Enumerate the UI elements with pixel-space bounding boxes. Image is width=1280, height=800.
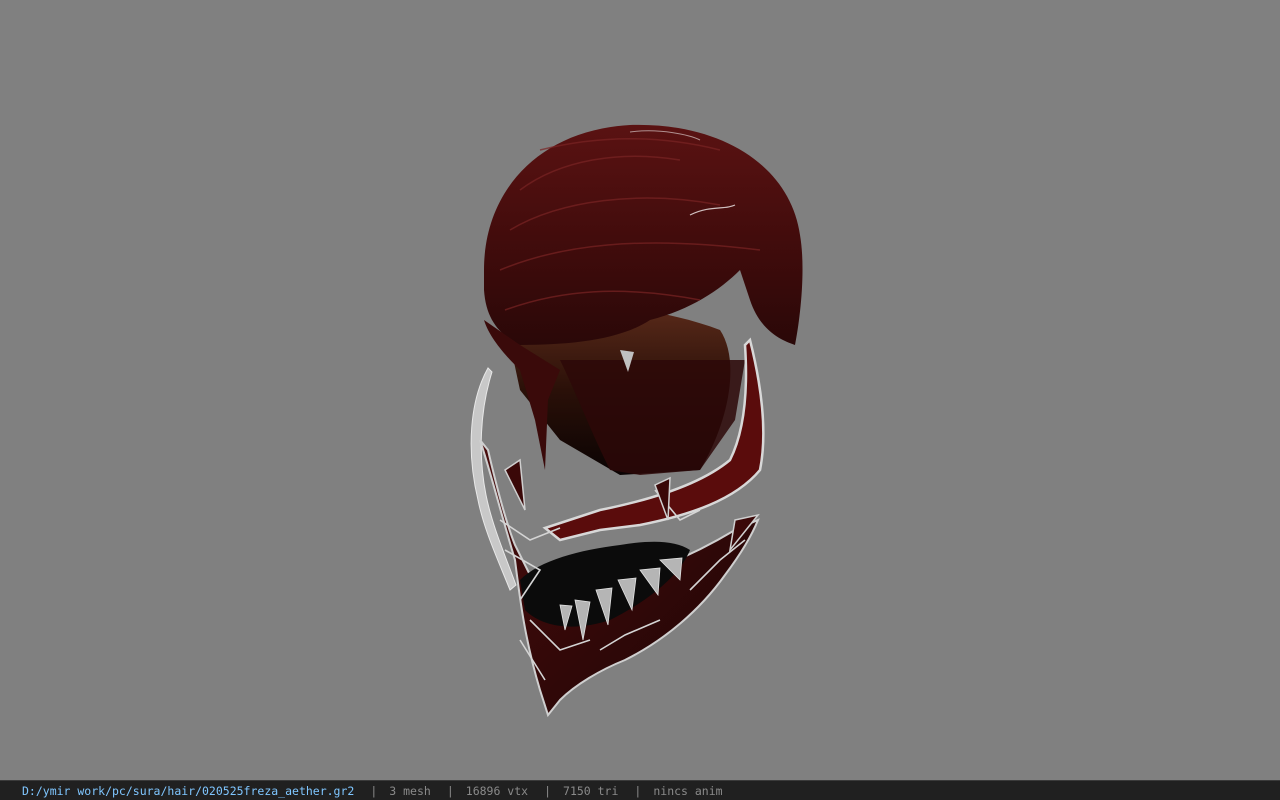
triangle-count-label: 7150 tri bbox=[563, 783, 619, 798]
model-hair bbox=[484, 124, 803, 345]
status-separator: | bbox=[634, 783, 642, 798]
hair-helmet-model-icon[interactable] bbox=[0, 0, 1280, 780]
mesh-count-label: 3 mesh bbox=[389, 783, 431, 798]
file-path-label: D:/ymir work/pc/sura/hair/020525freza_ae… bbox=[22, 783, 355, 798]
vertex-count-label: 16896 vtx bbox=[465, 783, 529, 798]
animation-status-label: nincs anim bbox=[653, 783, 723, 798]
status-separator: | bbox=[446, 783, 454, 798]
status-bar: D:/ymir work/pc/sura/hair/020525freza_ae… bbox=[0, 780, 1280, 800]
status-separator: | bbox=[544, 783, 552, 798]
status-separator: | bbox=[370, 783, 378, 798]
3d-viewport[interactable] bbox=[0, 0, 1280, 780]
